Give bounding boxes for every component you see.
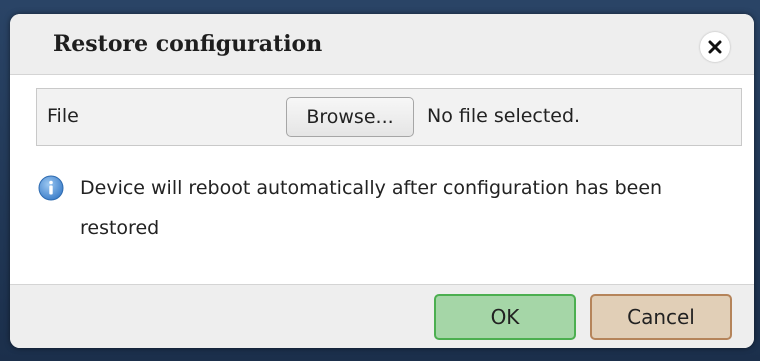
cancel-button[interactable]: Cancel xyxy=(590,294,732,340)
dialog-title: Restore configuration xyxy=(53,31,323,57)
info-icon xyxy=(38,175,64,201)
close-button[interactable] xyxy=(700,32,730,62)
dialog-titlebar: Restore configuration xyxy=(10,14,754,75)
browse-button[interactable]: Browse... xyxy=(286,97,414,137)
restore-configuration-dialog: Restore configuration File Browse... No … xyxy=(10,14,754,348)
ok-button[interactable]: OK xyxy=(434,294,576,340)
file-row: File Browse... No file selected. xyxy=(36,88,742,146)
file-label: File xyxy=(47,105,79,127)
file-status: No file selected. xyxy=(427,105,581,127)
info-message: Device will reboot automatically after c… xyxy=(80,177,663,239)
close-icon xyxy=(708,40,722,54)
dialog-footer: OK Cancel xyxy=(10,284,754,348)
